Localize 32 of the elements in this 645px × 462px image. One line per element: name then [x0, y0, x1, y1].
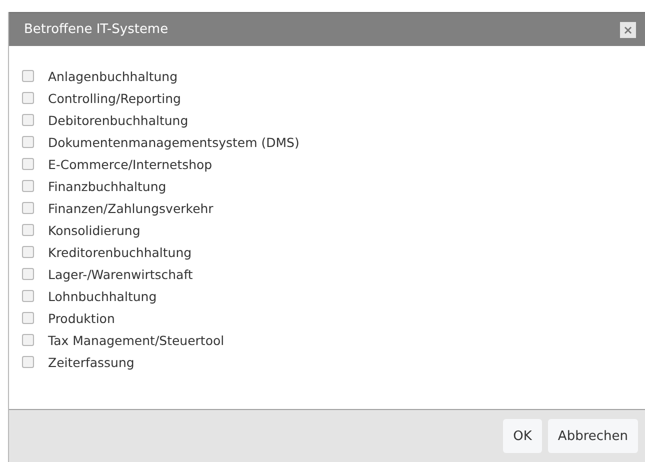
checkbox-label: Controlling/Reporting	[48, 90, 181, 106]
checkbox[interactable]	[22, 136, 34, 148]
checkbox[interactable]	[22, 246, 34, 258]
ok-button[interactable]: OK	[503, 419, 542, 453]
checkbox-label: Lohnbuchhaltung	[48, 288, 157, 304]
checkbox[interactable]	[22, 70, 34, 82]
checkbox-label: Debitorenbuchhaltung	[48, 112, 188, 128]
checkbox-label: E-Commerce/Internetshop	[48, 156, 212, 172]
checkbox-label: Zeiterfassung	[48, 354, 134, 370]
checkbox-label: Kreditorenbuchhaltung	[48, 244, 192, 260]
checkbox[interactable]	[22, 158, 34, 170]
checkbox-label: Produktion	[48, 310, 115, 326]
checkbox-label: Dokumentenmanagementsystem (DMS)	[48, 134, 300, 150]
checkbox-label: Finanzbuchhaltung	[48, 178, 166, 194]
checkbox[interactable]	[22, 92, 34, 104]
checkbox[interactable]	[22, 180, 34, 192]
checkbox-label: Tax Management/Steuertool	[48, 332, 224, 348]
close-button[interactable]: ×	[620, 22, 636, 38]
checkbox[interactable]	[22, 334, 34, 346]
checkbox-label: Konsolidierung	[48, 222, 140, 238]
dialog-title: Betroffene IT-Systeme	[24, 22, 168, 37]
cancel-button[interactable]: Abbrechen	[548, 419, 638, 453]
checkbox-label: Lager-/Warenwirtschaft	[48, 266, 193, 282]
checkbox[interactable]	[22, 202, 34, 214]
checkbox[interactable]	[22, 312, 34, 324]
checkbox[interactable]	[22, 224, 34, 236]
checkbox-label: Finanzen/Zahlungsverkehr	[48, 200, 214, 216]
checkbox[interactable]	[22, 114, 34, 126]
checkbox-label: Anlagenbuchhaltung	[48, 68, 178, 84]
checkbox[interactable]	[22, 356, 34, 368]
checkbox[interactable]	[22, 290, 34, 302]
checkbox[interactable]	[22, 268, 34, 280]
